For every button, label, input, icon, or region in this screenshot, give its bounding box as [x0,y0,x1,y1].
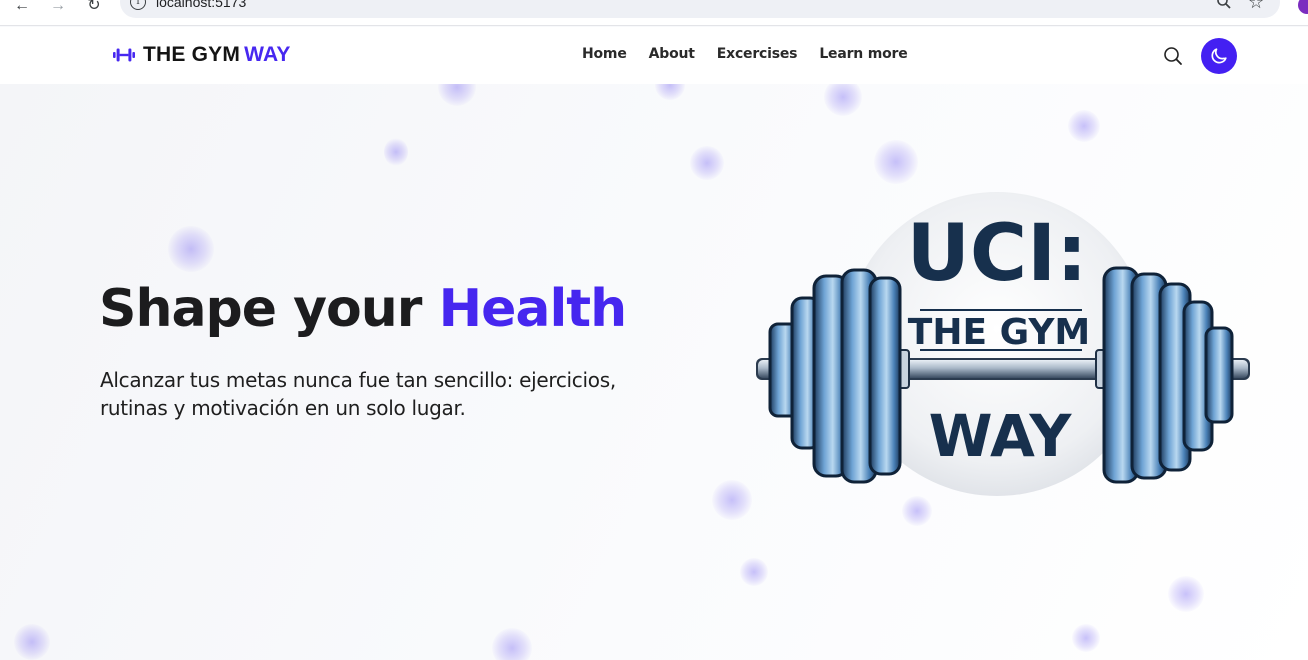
brand-name-main: THE GYM [143,43,241,66]
decorative-dot [384,138,408,166]
gym-logo-image: UCI: THE GYM WAY [752,188,1257,518]
decorative-dot [14,624,50,660]
headline-main: Shape your [99,279,422,339]
logo-line1: UCI: [907,209,1088,299]
decorative-dot [438,84,476,106]
address-url[interactable]: localhost:5173 [156,0,246,10]
hero-headline: Shape your Health [99,279,628,339]
browser-toolbar: ← → ↻ i localhost:5173 ☆ [0,0,1308,26]
brand-name-accent: WAY [244,43,291,66]
zoom-icon[interactable] [1216,0,1232,14]
decorative-dot [824,84,862,116]
nav-exercises[interactable]: Excercises [717,46,798,62]
decorative-dot [655,84,685,100]
logo-line2: THE GYM [908,312,1090,353]
main-nav: Home About Excercises Learn more [582,46,908,62]
nav-about[interactable]: About [649,46,695,62]
search-button[interactable] [1162,45,1184,67]
address-bar[interactable] [120,0,1280,18]
decorative-dot [1072,624,1100,652]
reload-icon[interactable]: ↻ [84,0,104,16]
site-header: THE GYM WAY Home About Excercises Learn m… [0,27,1308,84]
bookmark-star-icon[interactable]: ☆ [1248,0,1264,13]
headline-accent: Health [438,279,628,339]
decorative-dot [1068,110,1100,142]
back-arrow-icon[interactable]: ← [12,0,32,16]
decorative-dot [690,146,724,180]
hero-subtitle: Alcanzar tus metas nunca fue tan sencill… [100,368,616,420]
theme-toggle-button[interactable] [1201,38,1237,74]
hero-section: Shape your Health Alcanzar tus metas nun… [0,84,1308,660]
decorative-dot [712,480,752,520]
decorative-dot [874,140,918,184]
dumbbell-icon [113,48,135,62]
nav-learn-more[interactable]: Learn more [819,46,907,62]
decorative-dot [168,226,214,272]
brand-name: THE GYM WAY [143,43,291,67]
moon-icon [1211,48,1227,64]
profile-avatar[interactable] [1298,0,1308,14]
decorative-dot [1168,576,1204,612]
nav-home[interactable]: Home [582,46,627,62]
brand-logo[interactable]: THE GYM WAY [113,42,291,68]
forward-arrow-icon[interactable]: → [48,0,68,16]
decorative-dot [740,558,768,586]
logo-line3: WAY [929,402,1073,470]
search-icon [1164,47,1182,65]
decorative-dot [492,628,532,660]
